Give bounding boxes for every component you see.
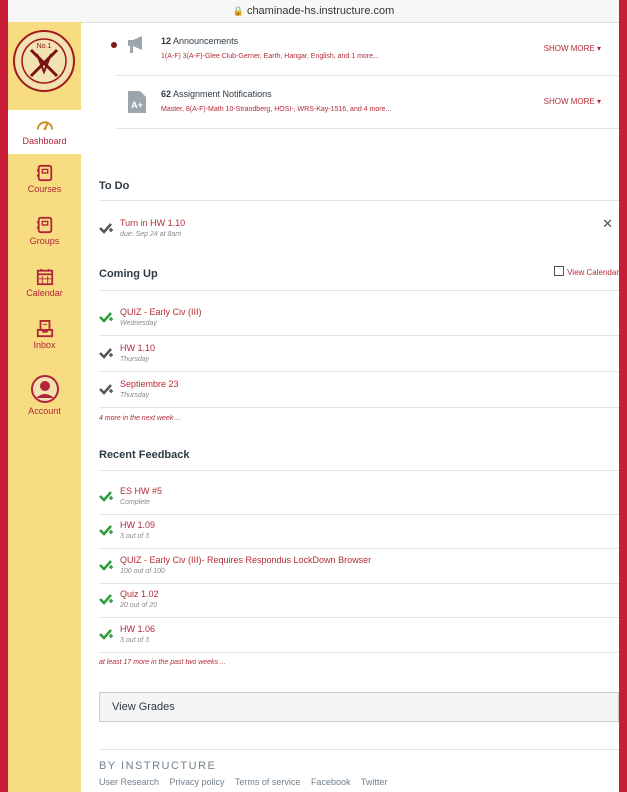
complete-check-icon [99,525,113,536]
svg-text:No.1: No.1 [37,43,52,50]
feedback-title[interactable]: HW 1.06 [120,624,155,634]
assignments-show-more[interactable]: SHOW MORE ▾ [544,97,601,106]
caret-down-icon: ▾ [596,97,601,106]
nav-calendar[interactable]: Calendar [8,268,81,298]
account-icon [30,375,59,403]
divider [99,514,619,515]
lock-icon: 🔒 [232,6,244,16]
complete-check-icon [99,491,113,502]
divider [99,470,619,471]
complete-check-icon [99,594,113,605]
nav-calendar-label: Calendar [26,288,63,298]
view-calendar-link[interactable]: View Calendar [554,266,619,277]
footer-links: User Research Privacy policy Terms of se… [99,777,395,787]
todo-title[interactable]: Turn in HW 1.10 [120,218,185,228]
assignment-check-icon [99,348,113,359]
divider [99,749,619,750]
megaphone-icon [128,36,142,53]
recent-feedback-heading: Recent Feedback [99,449,190,461]
inbox-icon [36,320,53,338]
divider [99,335,619,336]
nav-groups-label: Groups [29,236,60,246]
divider [99,407,619,408]
svg-text:A+: A+ [131,100,143,110]
dismiss-icon[interactable]: ✕ [602,216,613,232]
nav-courses[interactable]: Courses [8,164,81,194]
coming-up-more-link[interactable]: 4 more in the next week ... [99,415,181,422]
footer-link-facebook[interactable]: Facebook [311,777,351,787]
feedback-score: 3 out of 3 [120,533,150,540]
footer-link-privacy[interactable]: Privacy policy [170,777,225,787]
feedback-title[interactable]: Quiz 1.02 [120,589,159,599]
groups-icon [36,216,52,234]
calendar-icon [36,268,53,286]
complete-check-icon [99,560,113,571]
feedback-title[interactable]: QUIZ - Early Civ (III)- Requires Respond… [120,555,371,565]
divider [99,371,619,372]
nav-account[interactable]: Account [8,374,81,416]
announcements-show-more[interactable]: SHOW MORE ▾ [544,44,601,53]
global-nav: No.1 Dashboard Courses Groups Calendar I… [8,22,81,792]
coming-up-heading: Coming Up [99,268,158,280]
assignments-title: 62 Assignment Notifications [161,89,272,99]
divider [99,290,619,291]
caret-down-icon: ▾ [596,44,601,53]
calendar-small-icon [554,266,565,276]
assignment-check-icon [99,223,113,234]
nav-dashboard[interactable]: Dashboard [8,110,81,154]
item-date: Thursday [120,356,150,363]
courses-icon [36,164,52,182]
complete-check-icon [99,629,113,640]
right-side-content: 12 Announcements 1(A-F) 3(A-F)-Glee Club… [81,22,619,792]
instructure-brand[interactable]: BY INSTRUCTURE [99,760,216,772]
nav-account-label: Account [28,406,61,416]
announcements-detail: 1(A-F) 3(A-F)-Glee Club-Gerner, Earth, H… [161,53,379,60]
divider [116,128,619,129]
todo-heading: To Do [99,180,130,192]
feedback-score: 20 out of 20 [120,602,157,609]
divider [99,200,619,201]
dashboard-icon [36,121,53,130]
item-title[interactable]: QUIZ - Early Civ (III) [120,307,202,317]
complete-check-icon [99,312,113,323]
school-logo[interactable]: No.1 [13,30,75,92]
announcements-title: 12 Announcements [161,36,239,46]
divider [99,652,619,653]
browser-frame: 🔒 chaminade-hs.instructure.com No.1 Dashb… [8,0,619,792]
feedback-title[interactable]: ES HW #5 [120,486,162,496]
feedback-title[interactable]: HW 1.09 [120,520,155,530]
divider [99,583,619,584]
view-grades-button[interactable]: View Grades [99,692,619,722]
item-date: Wednesday [120,320,157,327]
nav-inbox[interactable]: Inbox [8,320,81,350]
url-text: chaminade-hs.instructure.com [246,5,395,17]
nav-groups[interactable]: Groups [8,216,81,246]
footer-link-terms[interactable]: Terms of service [235,777,301,787]
assignments-detail: Master, 8(A-F)-Math 10-Strandberg, HOSI-… [161,106,392,113]
feedback-score: 3 out of 3 [120,637,150,644]
feedback-score: Complete [120,499,150,506]
crest-icon: No.1 [21,38,67,84]
unread-dot-icon [111,42,117,48]
assignment-icon: A+ [128,91,146,113]
feedback-more-link[interactable]: at least 17 more in the past two weeks .… [99,659,226,666]
item-title[interactable]: Septiembre 23 [120,379,179,389]
divider [116,75,619,76]
feedback-score: 100 out of 100 [120,568,165,575]
footer-link-user-research[interactable]: User Research [99,777,159,787]
nav-dashboard-label: Dashboard [22,136,67,146]
nav-inbox-label: Inbox [33,340,56,350]
url-bar[interactable]: 🔒 chaminade-hs.instructure.com [8,0,619,23]
nav-courses-label: Courses [27,184,62,194]
item-date: Thursday [120,392,150,399]
divider [99,548,619,549]
assignment-check-icon [99,384,113,395]
todo-due: due: Sep 24 at 8am [120,231,182,238]
footer-link-twitter[interactable]: Twitter [361,777,388,787]
divider [99,617,619,618]
item-title[interactable]: HW 1.10 [120,343,155,353]
